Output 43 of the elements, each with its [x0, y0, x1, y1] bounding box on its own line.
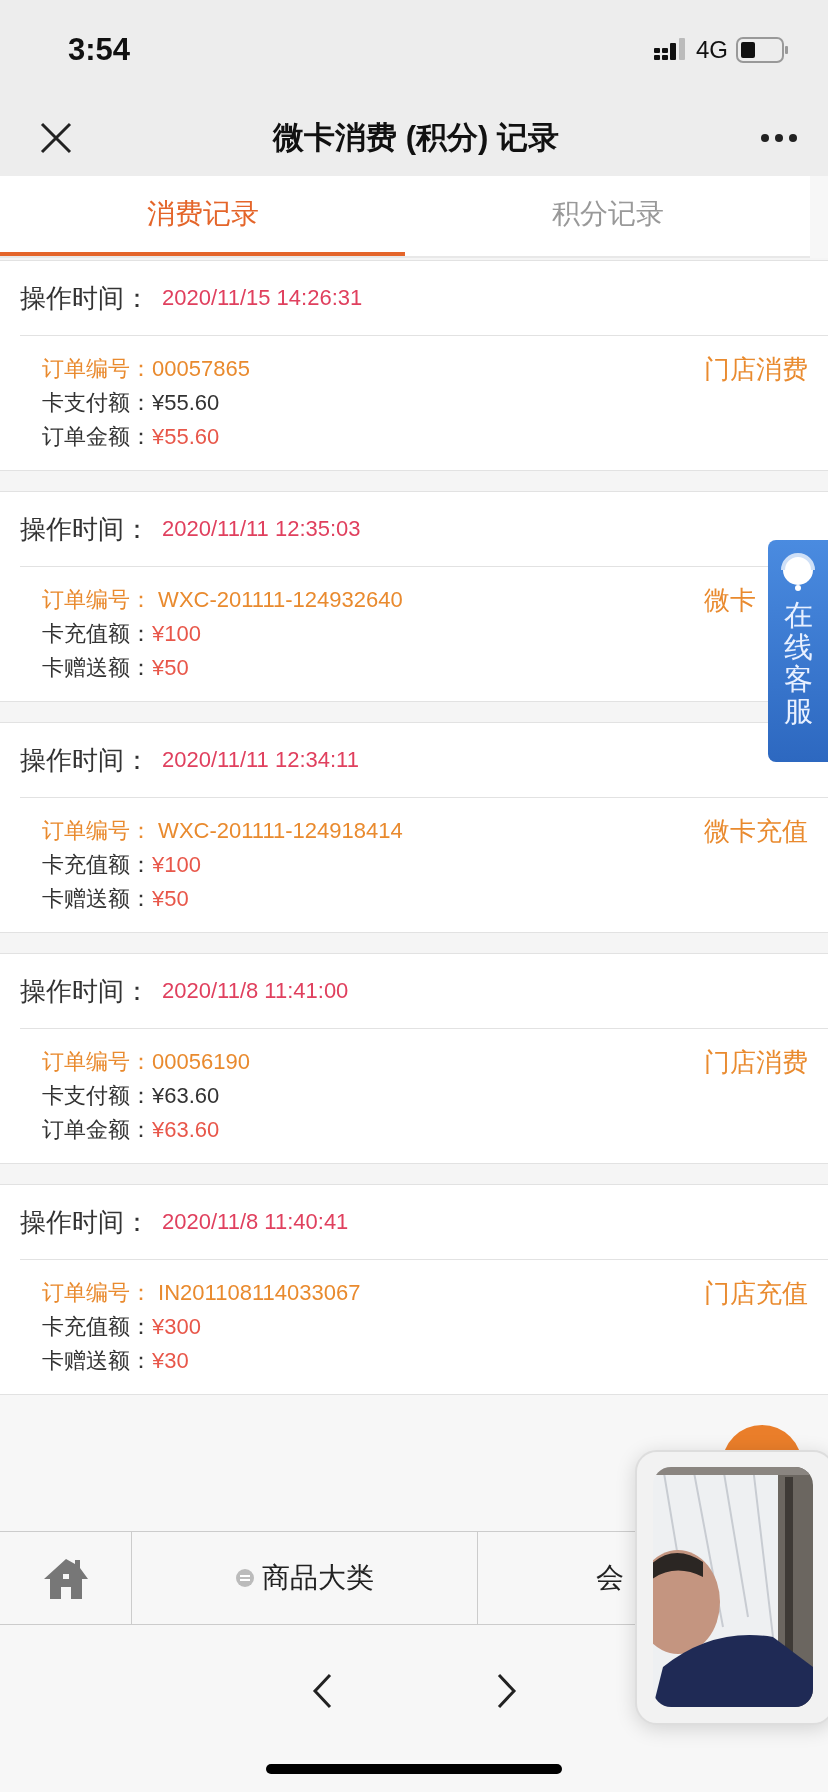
- detail-line: 卡赠送额：¥30: [42, 1347, 190, 1375]
- detail-line: 订单编号： WXC-201111-124918414: [42, 817, 404, 845]
- time-value: 2020/11/15 14:26:31: [162, 285, 363, 311]
- page-title: 微卡消费 (积分) 记录: [271, 119, 560, 157]
- nav-item[interactable]: 商品大类: [261, 1559, 374, 1597]
- detail-line: 订单编号：00056190: [42, 1048, 251, 1076]
- close-icon[interactable]: [40, 122, 72, 154]
- status-time: 3:54: [68, 32, 131, 68]
- detail-line: 卡充值额：¥100: [42, 851, 202, 879]
- time-value: 2020/11/8 11:40:41: [162, 1209, 349, 1235]
- detail-line: 订单金额：¥63.60: [42, 1116, 221, 1144]
- record-type: 门店充值: [704, 1277, 808, 1310]
- time-value: 2020/11/11 12:35:03: [162, 516, 361, 542]
- more-icon[interactable]: [760, 133, 798, 143]
- time-label: 操作时间：: [20, 743, 150, 777]
- signal-icon: [654, 38, 688, 62]
- detail-line: 订单编号： WXC-201111-124932640: [42, 586, 404, 614]
- record-type: 门店消费: [704, 1046, 808, 1079]
- detail-line: 订单金额：¥55.60: [42, 423, 221, 451]
- time-label: 操作时间：: [20, 512, 150, 546]
- time-label: 操作时间：: [20, 281, 150, 315]
- nav-item[interactable]: 会: [596, 1559, 624, 1597]
- detail-line: 卡赠送额：¥50: [42, 885, 190, 913]
- network-label: 4G: [696, 36, 728, 64]
- detail-line: 卡支付额：¥55.60: [42, 389, 221, 417]
- back-icon[interactable]: [311, 1673, 332, 1709]
- battery-icon: [736, 37, 788, 63]
- forward-icon[interactable]: [496, 1673, 517, 1709]
- detail-line: 卡充值额：¥300: [42, 1313, 202, 1341]
- time-value: 2020/11/11 12:34:11: [162, 747, 359, 773]
- record-type: 微卡充值: [704, 815, 808, 848]
- detail-line: 卡赠送额：¥50: [42, 654, 190, 682]
- detail-line: 卡充值额：¥100: [42, 620, 202, 648]
- time-value: 2020/11/8 11:41:00: [162, 978, 349, 1004]
- time-label: 操作时间：: [20, 1205, 150, 1239]
- time-label: 操作时间：: [20, 974, 150, 1008]
- tab[interactable]: 积分记录: [405, 176, 810, 256]
- detail-line: 卡支付额：¥63.60: [42, 1082, 221, 1110]
- record-type: 门店消费: [704, 353, 808, 386]
- headset-icon[interactable]: [778, 550, 818, 592]
- record-type: 微卡: [704, 584, 756, 617]
- detail-line: 订单编号： IN201108114033067: [42, 1279, 362, 1307]
- detail-line: 订单编号：00057865: [42, 355, 251, 383]
